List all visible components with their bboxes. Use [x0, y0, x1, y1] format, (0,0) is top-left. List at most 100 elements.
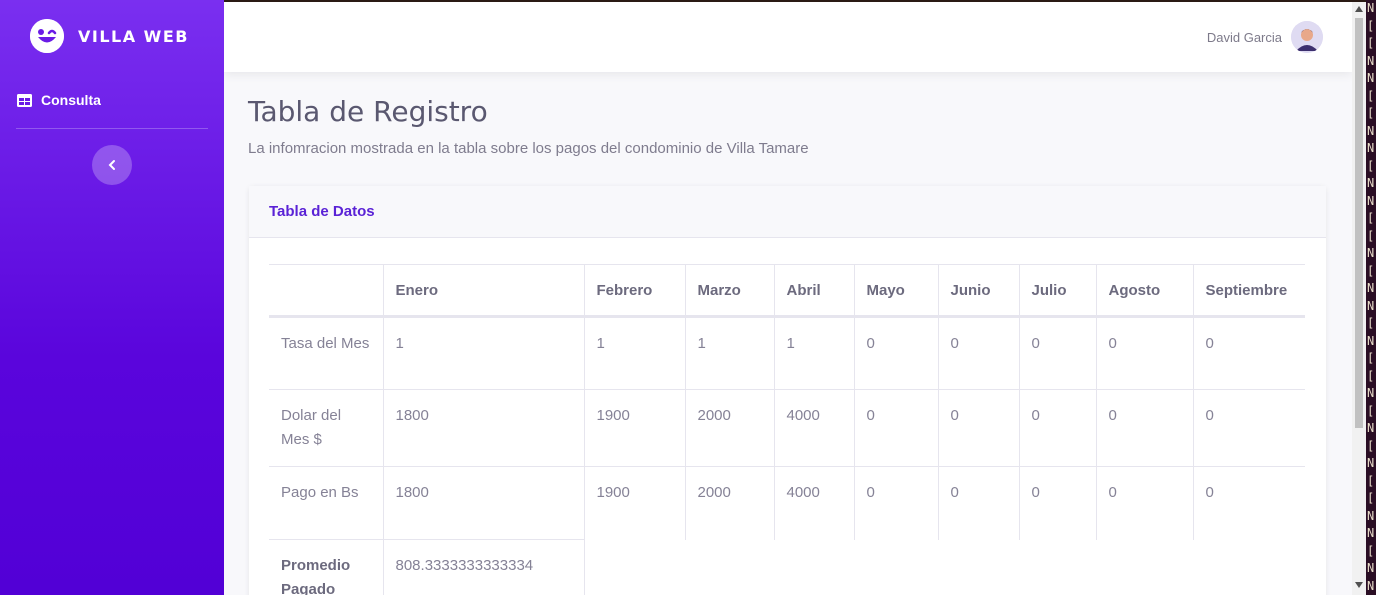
table-cell: 0 — [1096, 389, 1194, 467]
terminal-char: [ — [1367, 351, 1375, 365]
table-cell: 808.3333333333334 — [383, 539, 585, 595]
column-header: Febrero — [584, 264, 686, 318]
table-cell: 0 — [1096, 316, 1194, 390]
terminal-char: N — [1367, 281, 1375, 295]
scroll-up-arrow-icon[interactable] — [1355, 6, 1363, 12]
sidebar-item-label: Consulta — [41, 92, 101, 108]
table-row: Promedio Pagado 808.3333333333334 — [269, 539, 1305, 595]
table-cell: 1800 — [383, 389, 585, 467]
terminal-char: [ — [1367, 491, 1375, 505]
row-label: Tasa del Mes — [269, 316, 384, 390]
table-cell: 0 — [1019, 389, 1097, 467]
brand-name: VILLA WEB — [78, 26, 189, 46]
terminal-char: N — [1367, 71, 1375, 85]
terminal-char: [ — [1367, 88, 1375, 103]
sidebar-divider — [16, 128, 208, 129]
table-cell: 4000 — [774, 389, 855, 467]
background-terminal: N[[N N[[N N[N N[[N[N N[N[[N[N[N[[N N[N N — [1366, 0, 1376, 595]
terminal-char: N — [1367, 141, 1375, 155]
column-header: Julio — [1019, 264, 1097, 318]
chevron-left-icon — [108, 160, 115, 170]
brand[interactable]: VILLA WEB — [0, 0, 224, 72]
terminal-char: N — [1367, 1, 1375, 15]
table-cell: 4000 — [774, 466, 855, 540]
table-cell: 0 — [1193, 389, 1305, 467]
table-cell: 0 — [938, 389, 1020, 467]
terminal-char: N — [1367, 193, 1375, 208]
terminal-char: [ — [1367, 316, 1375, 330]
terminal-char: [ — [1367, 368, 1375, 383]
sidebar-item-consulta[interactable]: Consulta — [0, 72, 224, 128]
row-label: Promedio Pagado — [269, 539, 384, 595]
table-cell: 0 — [1205, 484, 1214, 501]
row-label: Dolar del Mes $ — [269, 389, 384, 467]
table-cell: 1 — [774, 316, 855, 390]
terminal-char: N — [1367, 333, 1375, 348]
terminal-char: N — [1367, 246, 1375, 260]
table-cell: 1 — [584, 316, 686, 390]
table-row: Dolar del Mes $ 1800 1900 2000 4000 0 0 … — [269, 389, 1305, 467]
laugh-wink-icon — [30, 19, 64, 53]
table-cell: 0 — [938, 316, 1020, 390]
table-header-row: Enero Febrero Marzo Abril Mayo Junio Jul… — [269, 264, 1305, 318]
data-table: Enero Febrero Marzo Abril Mayo Junio Jul… — [269, 264, 1305, 595]
terminal-char: N — [1367, 526, 1375, 540]
terminal-char: [ — [1367, 158, 1375, 173]
column-header: Mayo — [854, 264, 939, 318]
table-cell: 0 — [854, 316, 939, 390]
terminal-char: [ — [1367, 228, 1375, 243]
scroll-down-arrow-icon[interactable] — [1355, 582, 1363, 588]
terminal-char: N — [1367, 53, 1375, 68]
terminal-char: [ — [1367, 18, 1375, 33]
terminal-char: [ — [1367, 473, 1375, 488]
column-header: Agosto — [1096, 264, 1194, 318]
page-title: Tabla de Registro — [248, 95, 488, 128]
table-cell: 1 — [685, 316, 775, 390]
column-header: Junio — [938, 264, 1020, 318]
terminal-char: N — [1367, 176, 1375, 190]
table-cell: 1900 — [584, 389, 686, 467]
table-icon — [17, 93, 32, 107]
scrollbar-thumb[interactable] — [1355, 18, 1363, 428]
terminal-char: [ — [1367, 543, 1375, 558]
main-content: David Garcia Tabla de Registro La infomr… — [224, 2, 1352, 595]
terminal-char: [ — [1367, 438, 1375, 453]
column-header — [269, 264, 384, 318]
terminal-char: [ — [1367, 36, 1375, 50]
column-header: Marzo — [685, 264, 775, 318]
table-row: Pago en Bs 1800 1900 2000 4000 0 0 0 0 0 — [269, 466, 1305, 540]
terminal-char: N — [1367, 456, 1375, 470]
page-subtitle: La infomracion mostrada en la tabla sobr… — [248, 140, 809, 157]
terminal-char: N — [1367, 298, 1375, 313]
table-cell: 0 — [1193, 316, 1305, 390]
sidebar: VILLA WEB Consulta — [0, 0, 224, 595]
column-header: Enero — [383, 264, 585, 318]
terminal-char: [ — [1367, 211, 1375, 225]
data-card: Tabla de Datos Enero Febrero Marzo Abril… — [249, 186, 1326, 595]
table-cell: 0 — [854, 466, 939, 540]
topbar: David Garcia — [224, 2, 1352, 72]
table-cell: 0 — [938, 466, 1020, 540]
terminal-char: N — [1367, 578, 1375, 593]
terminal-char: N — [1367, 508, 1375, 523]
terminal-char: N — [1367, 386, 1375, 400]
table-cell: 0 — [1096, 466, 1194, 540]
terminal-char: [ — [1367, 403, 1375, 418]
table-cell: 0 — [854, 389, 939, 467]
table-cell: 1800 — [383, 466, 585, 540]
user-avatar[interactable] — [1291, 21, 1323, 53]
table-cell: 2000 — [685, 389, 775, 467]
table-row: Tasa del Mes 1 1 1 1 0 0 0 0 0 — [269, 316, 1305, 390]
column-header: Septiembre — [1193, 264, 1305, 318]
terminal-char: [ — [1367, 106, 1375, 120]
empty-cell — [584, 540, 1305, 595]
table-cell: 1900 — [584, 466, 686, 540]
table-cell: 2000 — [685, 466, 775, 540]
vertical-scrollbar[interactable] — [1352, 2, 1366, 595]
terminal-char: N — [1367, 421, 1375, 435]
user-name[interactable]: David Garcia — [1207, 30, 1282, 45]
row-label: Pago en Bs — [269, 466, 384, 540]
table-cell: 0 — [1019, 316, 1097, 390]
sidebar-toggle-button[interactable] — [92, 145, 132, 185]
column-header: Abril — [774, 264, 855, 318]
